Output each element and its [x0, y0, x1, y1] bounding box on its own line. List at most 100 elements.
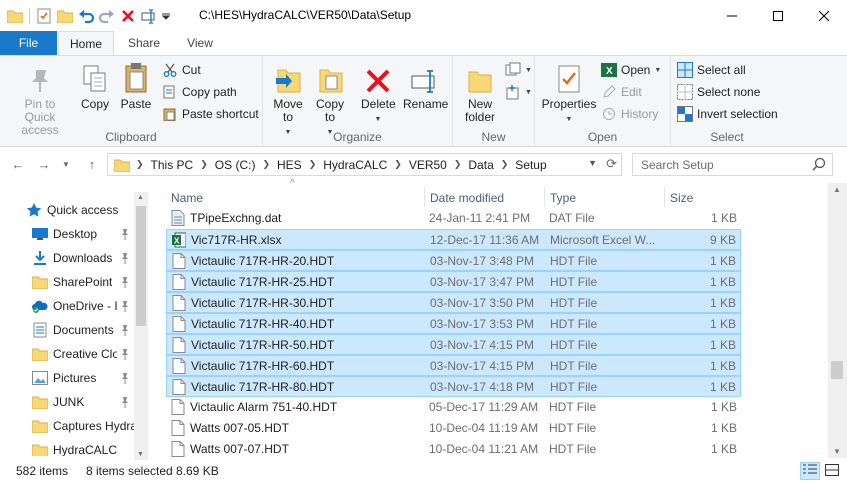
breadcrumb-separator[interactable]: ❯: [501, 159, 509, 170]
tab-file[interactable]: File: [0, 31, 57, 55]
new-item-button[interactable]: ▼: [505, 60, 532, 80]
breadcrumb-hes[interactable]: HES: [277, 158, 302, 172]
file-row[interactable]: Victaulic 717R-HR-60.HDT 03-Nov-17 4:15 P…: [166, 355, 741, 376]
breadcrumb-separator[interactable]: ❯: [454, 159, 462, 170]
address-dropdown-icon[interactable]: ▼: [588, 158, 597, 168]
nav-item-sharepoint[interactable]: SharePoint: [32, 271, 134, 293]
file-row[interactable]: Victaulic 717R-HR-25.HDT 03-Nov-17 3:47 P…: [166, 271, 741, 292]
pin-to-quick-access-button[interactable]: Pin to Quick access: [4, 60, 76, 137]
up-button[interactable]: ↑: [84, 156, 100, 172]
cut-button[interactable]: Cut: [162, 60, 201, 80]
new-folder-icon[interactable]: [56, 7, 74, 25]
breadcrumb-separator[interactable]: ❯: [394, 159, 402, 170]
breadcrumb-data[interactable]: Data: [468, 158, 493, 172]
edit-button[interactable]: Edit: [601, 82, 642, 102]
file-list-scrollbar[interactable]: ▲ ▼: [828, 183, 847, 458]
invert-selection-button[interactable]: Invert selection: [677, 104, 778, 124]
refresh-icon[interactable]: ⟳: [606, 156, 617, 172]
file-icon: [172, 379, 186, 395]
details-view-button[interactable]: [800, 462, 820, 480]
copy-button[interactable]: Copy: [78, 60, 112, 111]
file-row[interactable]: Victaulic 717R-HR-40.HDT 03-Nov-17 3:53 P…: [166, 313, 741, 334]
desktop-icon: [32, 226, 48, 242]
file-row[interactable]: Watts 007-07.HDT 10-Dec-04 11:21 AM HDT Fi…: [166, 439, 741, 460]
select-all-button[interactable]: Select all: [677, 60, 746, 80]
back-button[interactable]: ←: [10, 156, 26, 172]
delete-icon[interactable]: [119, 7, 137, 25]
file-row[interactable]: X Vic717R-HR.xlsx 12-Dec-17 11:36 AM Micros…: [166, 229, 741, 250]
star-icon: [26, 202, 42, 218]
breadcrumb-os-c[interactable]: OS (C:): [215, 158, 256, 172]
nav-item-desktop[interactable]: Desktop: [32, 223, 134, 245]
tab-home[interactable]: Home: [58, 31, 114, 55]
copy-to-button[interactable]: Copy to ▼: [313, 60, 347, 139]
history-button[interactable]: History: [601, 104, 658, 124]
nav-item-quick-access[interactable]: Quick access: [26, 199, 130, 221]
file-row[interactable]: Victaulic 717R-HR-20.HDT 03-Nov-17 3:48 P…: [166, 250, 741, 271]
paste-shortcut-button[interactable]: Paste shortcut: [162, 104, 259, 124]
file-row[interactable]: Victaulic 717R-HR-80.HDT 03-Nov-17 4:18 P…: [166, 376, 741, 397]
breadcrumb-separator[interactable]: ❯: [200, 159, 208, 170]
customize-toolbar-icon[interactable]: [161, 7, 171, 25]
nav-item-junk[interactable]: JUNK: [32, 391, 134, 413]
file-row[interactable]: Victaulic 717R-HR-30.HDT 03-Nov-17 3:50 P…: [166, 292, 741, 313]
file-row[interactable]: Watts 007-05.HDT 10-Dec-04 11:19 AM HDT Fi…: [166, 418, 741, 439]
address-bar[interactable]: ❯ This PC ❯ OS (C:) ❯ HES ❯ HydraCALC ❯ …: [107, 153, 622, 176]
maximize-button[interactable]: [755, 0, 801, 31]
nav-item-downloads[interactable]: Downloads: [32, 247, 134, 269]
delete-x-icon: [362, 60, 394, 94]
nav-item-documents[interactable]: Documents: [32, 319, 134, 341]
scrollbar-thumb[interactable]: [136, 206, 146, 326]
rename-icon[interactable]: [140, 7, 158, 25]
scrollbar-thumb[interactable]: [831, 361, 843, 379]
file-row[interactable]: Victaulic Alarm 751-40.HDT 05-Dec-17 11:2…: [166, 397, 741, 418]
nav-item-creative-clo[interactable]: Creative Clo: [32, 343, 134, 365]
column-date-modified[interactable]: Date modified: [425, 187, 545, 207]
breadcrumb-ver50[interactable]: VER50: [409, 158, 447, 172]
file-row[interactable]: TPipeExchng.dat 24-Jan-11 2:41 PM DAT File…: [166, 208, 741, 229]
scroll-up-icon[interactable]: ▲: [137, 194, 144, 201]
file-size: 1 KB: [709, 359, 736, 373]
column-type[interactable]: Type: [545, 187, 665, 207]
select-none-button[interactable]: Select none: [677, 82, 760, 102]
delete-button[interactable]: Delete ▼: [361, 60, 396, 126]
search-box[interactable]: Search Setup: [632, 153, 833, 176]
column-size[interactable]: Size: [665, 187, 741, 207]
large-icons-view-button[interactable]: [822, 462, 842, 480]
tab-view[interactable]: View: [174, 31, 226, 55]
scroll-down-icon[interactable]: ▼: [137, 451, 144, 458]
undo-icon[interactable]: [77, 7, 95, 25]
properties-button[interactable]: Properties ▼: [541, 60, 597, 126]
file-type: HDT File: [549, 421, 597, 435]
scroll-down-icon[interactable]: ▼: [833, 447, 841, 456]
forward-button[interactable]: →: [36, 156, 52, 172]
copy-path-label: Copy path: [182, 85, 237, 99]
nav-item-captures-hydra[interactable]: Captures Hydra: [32, 415, 136, 437]
rename-button[interactable]: Rename: [403, 60, 448, 111]
tab-share[interactable]: Share: [118, 31, 170, 55]
easy-access-button[interactable]: ▼: [505, 82, 532, 102]
open-button[interactable]: X Open ▼: [601, 60, 661, 80]
scroll-up-icon[interactable]: ▲: [833, 185, 841, 194]
copy-path-button[interactable]: Copy path: [162, 82, 237, 102]
breadcrumb-this-pc[interactable]: This PC: [151, 158, 194, 172]
file-size: 1 KB: [709, 338, 736, 352]
file-row[interactable]: Victaulic 717R-HR-50.HDT 03-Nov-17 4:15 P…: [166, 334, 741, 355]
paste-button[interactable]: Paste: [118, 60, 154, 111]
breadcrumb-setup[interactable]: Setup: [515, 158, 546, 172]
nav-item-onedrive-i[interactable]: OneDrive - I: [32, 295, 134, 317]
close-button[interactable]: [801, 0, 847, 31]
column-name[interactable]: Name: [166, 187, 425, 207]
recent-locations-button[interactable]: ▼: [60, 156, 72, 172]
breadcrumb-separator[interactable]: ❯: [309, 159, 317, 170]
nav-item-pictures[interactable]: Pictures: [32, 367, 134, 389]
navigation-pane-scrollbar[interactable]: ▲ ▼: [134, 192, 148, 460]
nav-item-hydracalc[interactable]: HydraCALC: [32, 439, 136, 456]
properties-icon[interactable]: [35, 7, 53, 25]
move-to-button[interactable]: Move to ▼: [271, 60, 305, 139]
new-folder-button[interactable]: New folder: [459, 60, 501, 124]
minimize-button[interactable]: [709, 0, 755, 31]
breadcrumb-separator[interactable]: ❯: [262, 159, 270, 170]
breadcrumb-hydracalc[interactable]: HydraCALC: [323, 158, 387, 172]
redo-icon[interactable]: [98, 7, 116, 25]
